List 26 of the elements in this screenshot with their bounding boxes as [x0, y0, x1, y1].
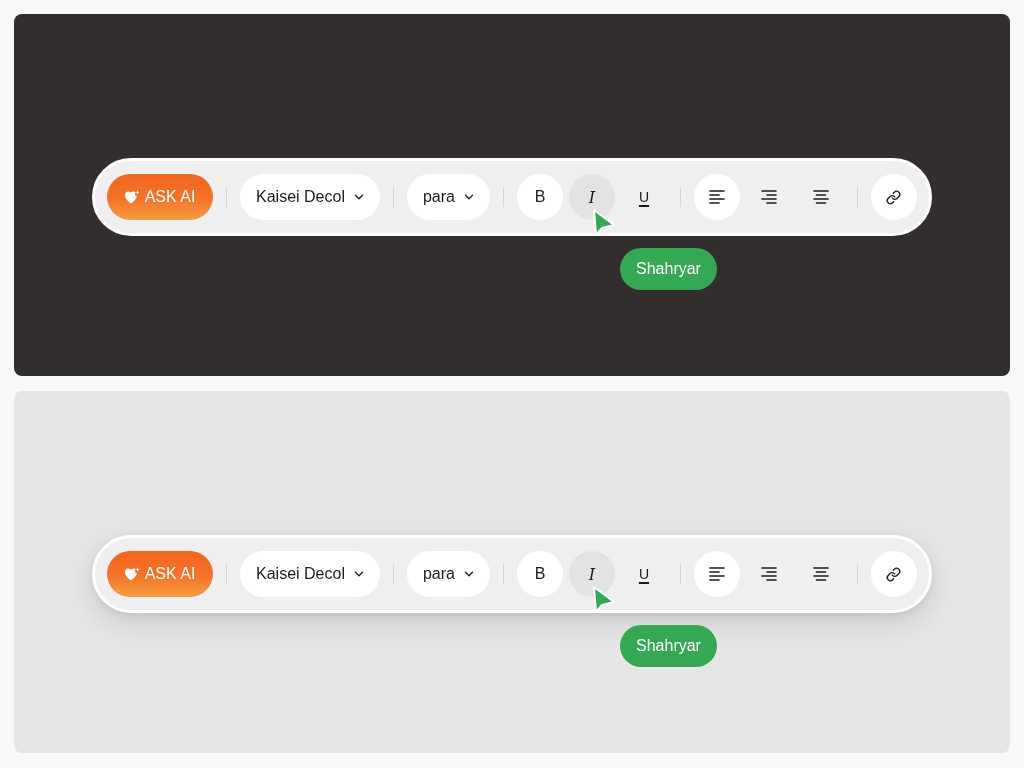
italic-button[interactable]: I — [569, 551, 615, 597]
font-dropdown[interactable]: Kaisei Decol — [240, 174, 380, 220]
underline-button[interactable]: U — [621, 551, 667, 597]
bold-button[interactable]: B — [517, 551, 563, 597]
italic-button[interactable]: I — [569, 174, 615, 220]
align-left-button[interactable] — [694, 551, 740, 597]
bold-button[interactable]: B — [517, 174, 563, 220]
link-button[interactable] — [871, 551, 917, 597]
align-left-icon — [709, 567, 725, 581]
user-name-tag: Shahryar — [620, 625, 717, 667]
heart-sparkle-icon — [124, 190, 140, 204]
align-right-icon — [761, 190, 777, 204]
align-right-icon — [761, 567, 777, 581]
style-dropdown[interactable]: para — [406, 551, 490, 597]
link-icon — [886, 566, 902, 582]
align-left-icon — [709, 190, 725, 204]
font-dropdown[interactable]: Kaisei Decol — [240, 551, 380, 597]
user-name-tag: Shahryar — [620, 248, 717, 290]
underline-button[interactable]: U — [621, 174, 667, 220]
heart-sparkle-icon — [124, 567, 140, 581]
align-left-button[interactable] — [694, 174, 740, 220]
style-dropdown[interactable]: para — [406, 174, 490, 220]
link-icon — [886, 189, 902, 205]
align-center-icon — [813, 190, 829, 204]
link-button[interactable] — [871, 174, 917, 220]
align-center-icon — [813, 567, 829, 581]
